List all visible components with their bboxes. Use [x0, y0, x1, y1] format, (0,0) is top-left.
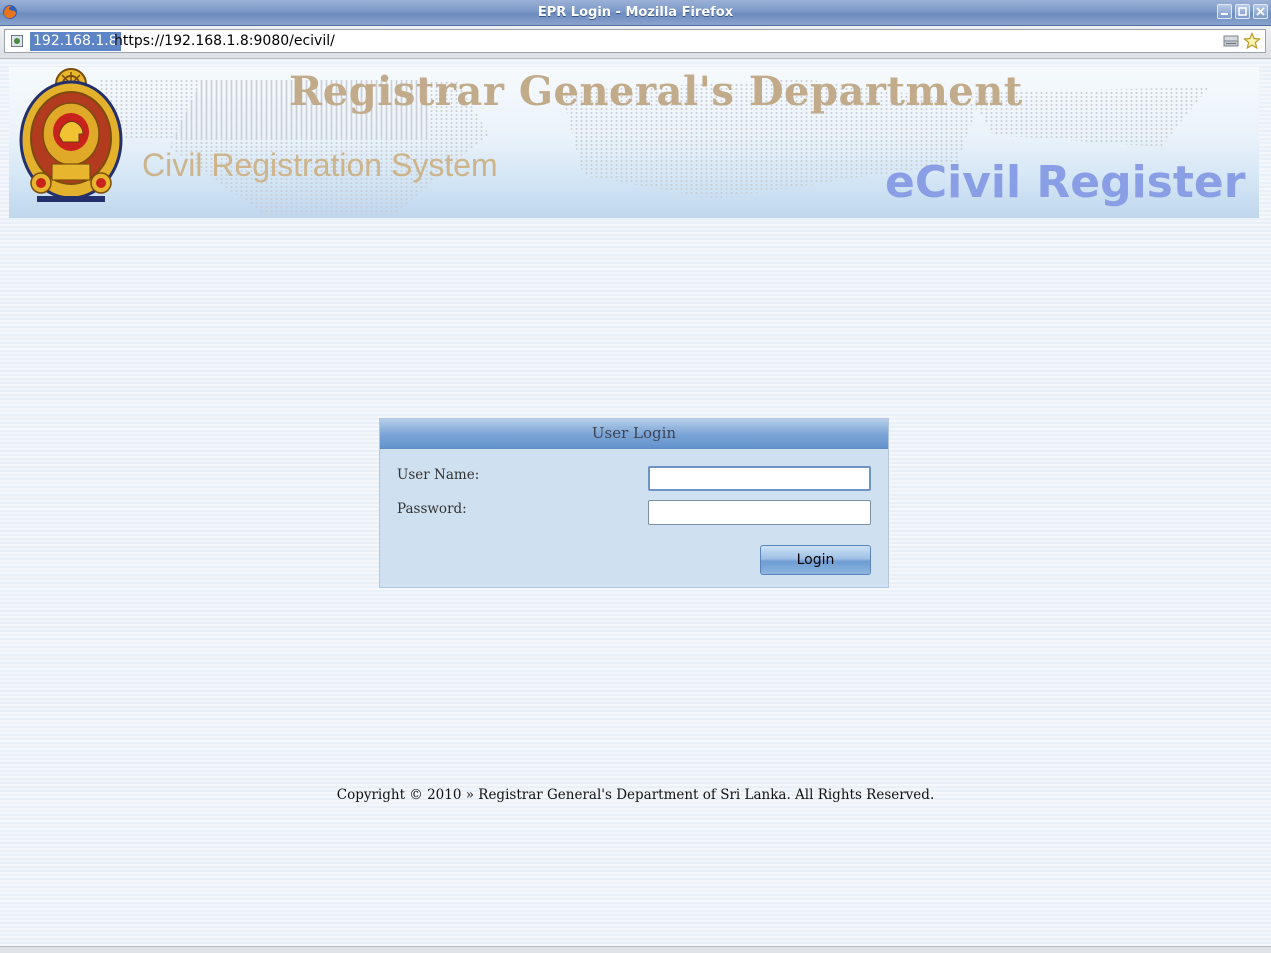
- maximize-icon: [1238, 7, 1247, 16]
- username-input[interactable]: [648, 466, 871, 491]
- window-title: EPR Login - Mozilla Firefox: [537, 5, 734, 20]
- site-identity-icon[interactable]: [11, 35, 23, 47]
- site-identity-label[interactable]: 192.168.1.8: [30, 32, 121, 51]
- url-bar[interactable]: 192.168.1.8 https://192.168.1.8:9080/eci…: [4, 29, 1266, 53]
- username-label: User Name:: [397, 467, 480, 483]
- minimize-icon: [1221, 13, 1228, 15]
- url-text[interactable]: https://192.168.1.8:9080/ecivil/: [114, 32, 335, 51]
- sri-lanka-emblem-icon: [19, 68, 123, 202]
- close-icon: [1256, 7, 1265, 16]
- brand-title: eCivil Register: [885, 157, 1246, 208]
- password-input[interactable]: [648, 500, 871, 525]
- login-button[interactable]: Login: [760, 545, 871, 575]
- window-controls: [1217, 4, 1268, 19]
- department-title: Registrar General's Department: [289, 68, 1023, 115]
- maximize-button[interactable]: [1235, 4, 1250, 19]
- window-title-bar: EPR Login - Mozilla Firefox: [0, 0, 1271, 26]
- site-banner: Registrar General's Department Civil Reg…: [9, 67, 1259, 218]
- login-header: User Login: [380, 419, 888, 449]
- copyright-notice: Copyright © 2010 » Registrar General's D…: [336, 787, 935, 803]
- rss-feed-icon[interactable]: [1223, 35, 1239, 47]
- system-subtitle: Civil Registration System: [142, 147, 498, 183]
- minimize-button[interactable]: [1217, 4, 1232, 19]
- password-label: Password:: [397, 501, 467, 517]
- login-form: User Login User Name: Password: Login: [379, 418, 889, 588]
- bookmark-star-icon[interactable]: [1243, 32, 1261, 50]
- close-button[interactable]: [1253, 4, 1268, 19]
- navigation-toolbar: 192.168.1.8 https://192.168.1.8:9080/eci…: [0, 26, 1271, 59]
